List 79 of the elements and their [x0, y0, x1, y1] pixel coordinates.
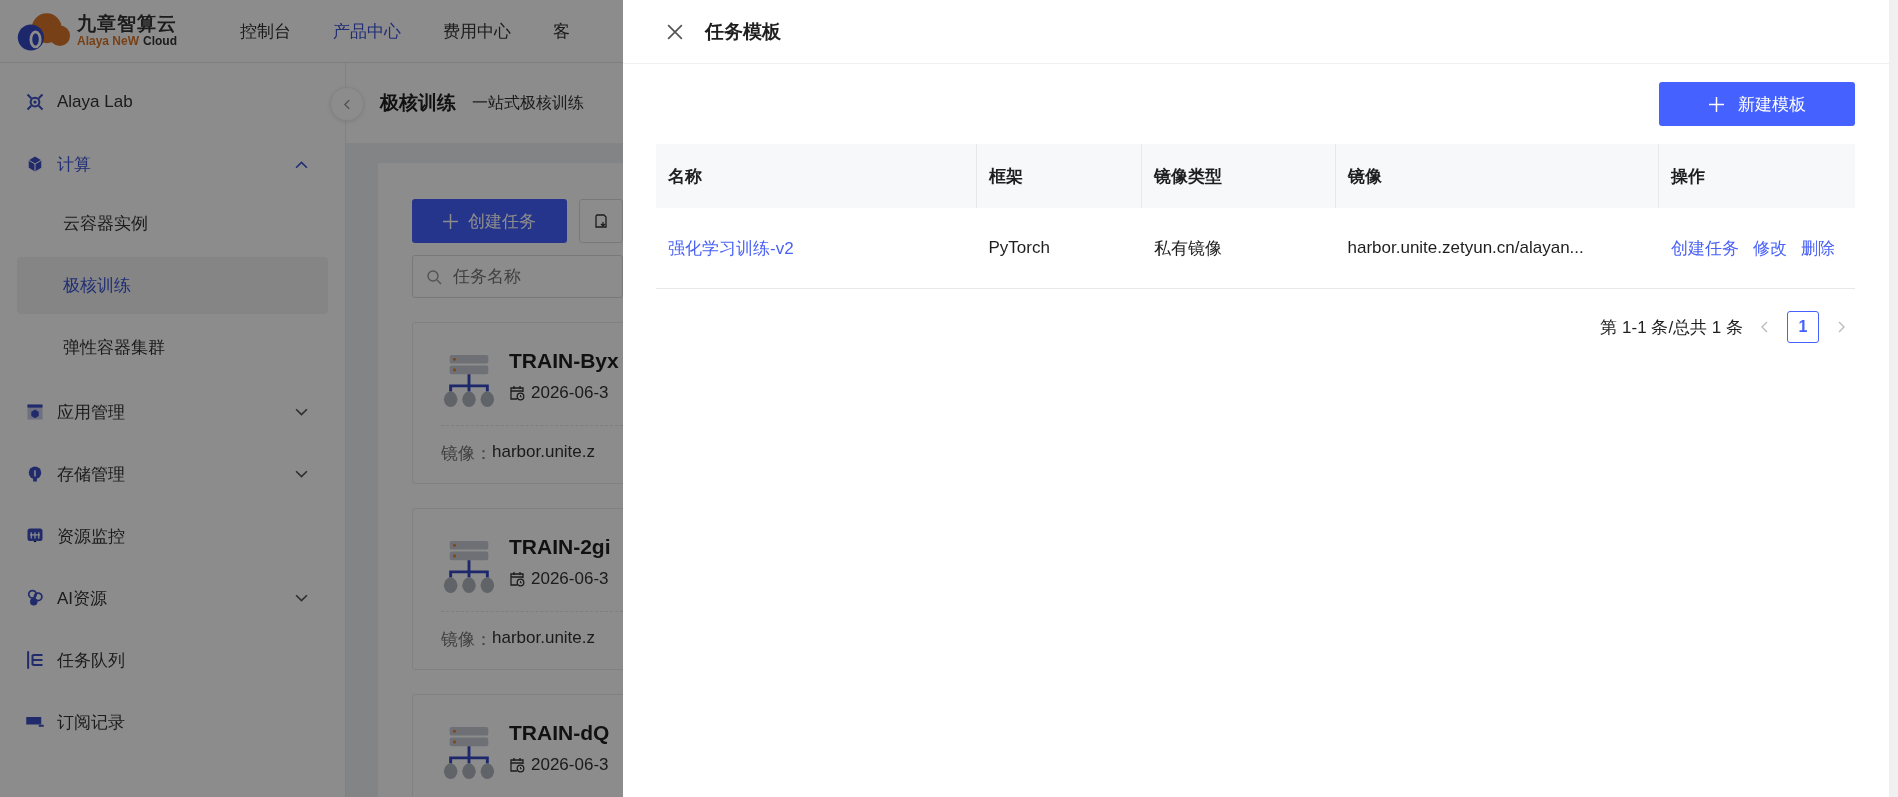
task-date: 2026-06-3 [531, 383, 609, 403]
column-header: 镜像 [1335, 144, 1659, 208]
nav-link[interactable]: 产品中心 [333, 19, 401, 43]
column-header: 框架 [976, 144, 1142, 208]
page-subtitle: 一站式极核训练 [472, 92, 584, 113]
sidebar-subitem[interactable]: 云容器实例 [17, 195, 328, 252]
task-title: TRAIN-dQ [509, 721, 610, 745]
template-name-link[interactable]: 强化学习训练-v2 [668, 238, 794, 258]
prev-page-icon[interactable] [1761, 321, 1769, 333]
sidebar-item[interactable]: Alaya Lab [17, 71, 328, 133]
search-icon [426, 269, 442, 285]
brand-tagline-suffix: Cloud [143, 35, 178, 49]
drawer-title: 任务模板 [705, 19, 781, 44]
pagination-summary: 第 1-1 条/总共 1 条 [1600, 316, 1743, 339]
sidebar-group[interactable]: AI资源 [17, 567, 328, 629]
nav-link[interactable]: 客 [553, 19, 570, 43]
sidebar-subitem[interactable]: 弹性容器集群 [17, 319, 328, 376]
modal-overlay[interactable] [0, 0, 623, 797]
calendar-clock-icon [509, 757, 525, 773]
column-header: 镜像类型 [1141, 144, 1336, 208]
new-template-button[interactable]: 新建模板 [1659, 82, 1855, 126]
plus-icon [443, 213, 458, 229]
calendar-clock-icon [509, 571, 525, 587]
image-label: 镜像： [441, 629, 492, 651]
menu-label: 存储管理 [57, 463, 126, 486]
task-date: 2026-06-3 [531, 755, 609, 775]
task-date: 2026-06-3 [531, 569, 609, 589]
calendar-clock-icon [509, 385, 525, 401]
task-card[interactable]: TRAIN-dQ 2026-06-3 [412, 694, 623, 797]
server-network-icon [441, 353, 497, 409]
image-value: harbor.unite.z [492, 628, 595, 649]
action-link[interactable]: 修改 [1752, 236, 1787, 260]
import-button[interactable] [579, 199, 623, 243]
task-card[interactable]: TRAIN-Byx 2026-06-3 镜像：harbor.unite.z [412, 322, 623, 484]
column-header: 名称 [656, 144, 977, 208]
search-field[interactable]: 任务名称 [412, 255, 623, 298]
task-title: TRAIN-2gi [509, 535, 611, 559]
nav-link[interactable]: 控制台 [240, 19, 291, 43]
document-download-icon [593, 213, 609, 229]
table-cell: 私有镜像 [1141, 208, 1336, 289]
chevron-icon [295, 159, 308, 169]
action-link[interactable]: 删除 [1800, 236, 1835, 260]
page-button[interactable]: 1 [1787, 311, 1819, 343]
table-cell: harbor.unite.zetyun.cn/alayan... [1335, 208, 1659, 289]
nav-link[interactable]: 费用中心 [443, 19, 511, 43]
list-icon [25, 650, 45, 670]
task-card[interactable]: TRAIN-2gi 2026-06-3 镜像：harbor.unite.z [412, 508, 623, 670]
sidebar-item[interactable]: 资源监控 [17, 505, 328, 567]
image-label: 镜像： [441, 443, 492, 465]
sidebar-subitem[interactable]: 极核训练 [17, 257, 328, 314]
create-task-button[interactable]: 创建任务 [412, 199, 567, 243]
plus-icon [1708, 96, 1724, 112]
action-link[interactable]: 创建任务 [1670, 236, 1739, 260]
monitor-icon [25, 526, 45, 546]
brand-tagline: Alaya NeW [77, 35, 140, 49]
next-page-icon[interactable] [1837, 321, 1845, 333]
chevron-icon [295, 469, 308, 479]
flower-icon [25, 588, 45, 608]
sidebar-group[interactable]: 存储管理 [17, 443, 328, 505]
task-title: TRAIN-Byx [509, 349, 619, 373]
app-icon [25, 402, 45, 422]
menu-label: 应用管理 [57, 401, 126, 424]
server-network-icon [441, 725, 497, 781]
page-title: 极核训练 [380, 91, 456, 115]
atom-icon [25, 92, 45, 112]
table-cell: PyTorch [976, 208, 1142, 289]
image-value: harbor.unite.z [492, 442, 595, 463]
sidebar-item[interactable]: 任务队列 [17, 629, 328, 691]
chevron-left-icon [343, 98, 351, 110]
server-network-icon [441, 539, 497, 595]
sidebar-item[interactable]: 订阅记录 [17, 691, 328, 753]
column-header: 操作 [1658, 144, 1855, 208]
brand-name: 九章智算云 [77, 13, 178, 35]
menu-label: 计算 [57, 153, 92, 176]
sidebar-group[interactable]: 计算 [17, 133, 328, 195]
chevron-icon [295, 407, 308, 417]
menu-label: AI资源 [57, 587, 109, 610]
chevron-icon [295, 593, 308, 603]
sidebar-group[interactable]: 应用管理 [17, 381, 328, 443]
